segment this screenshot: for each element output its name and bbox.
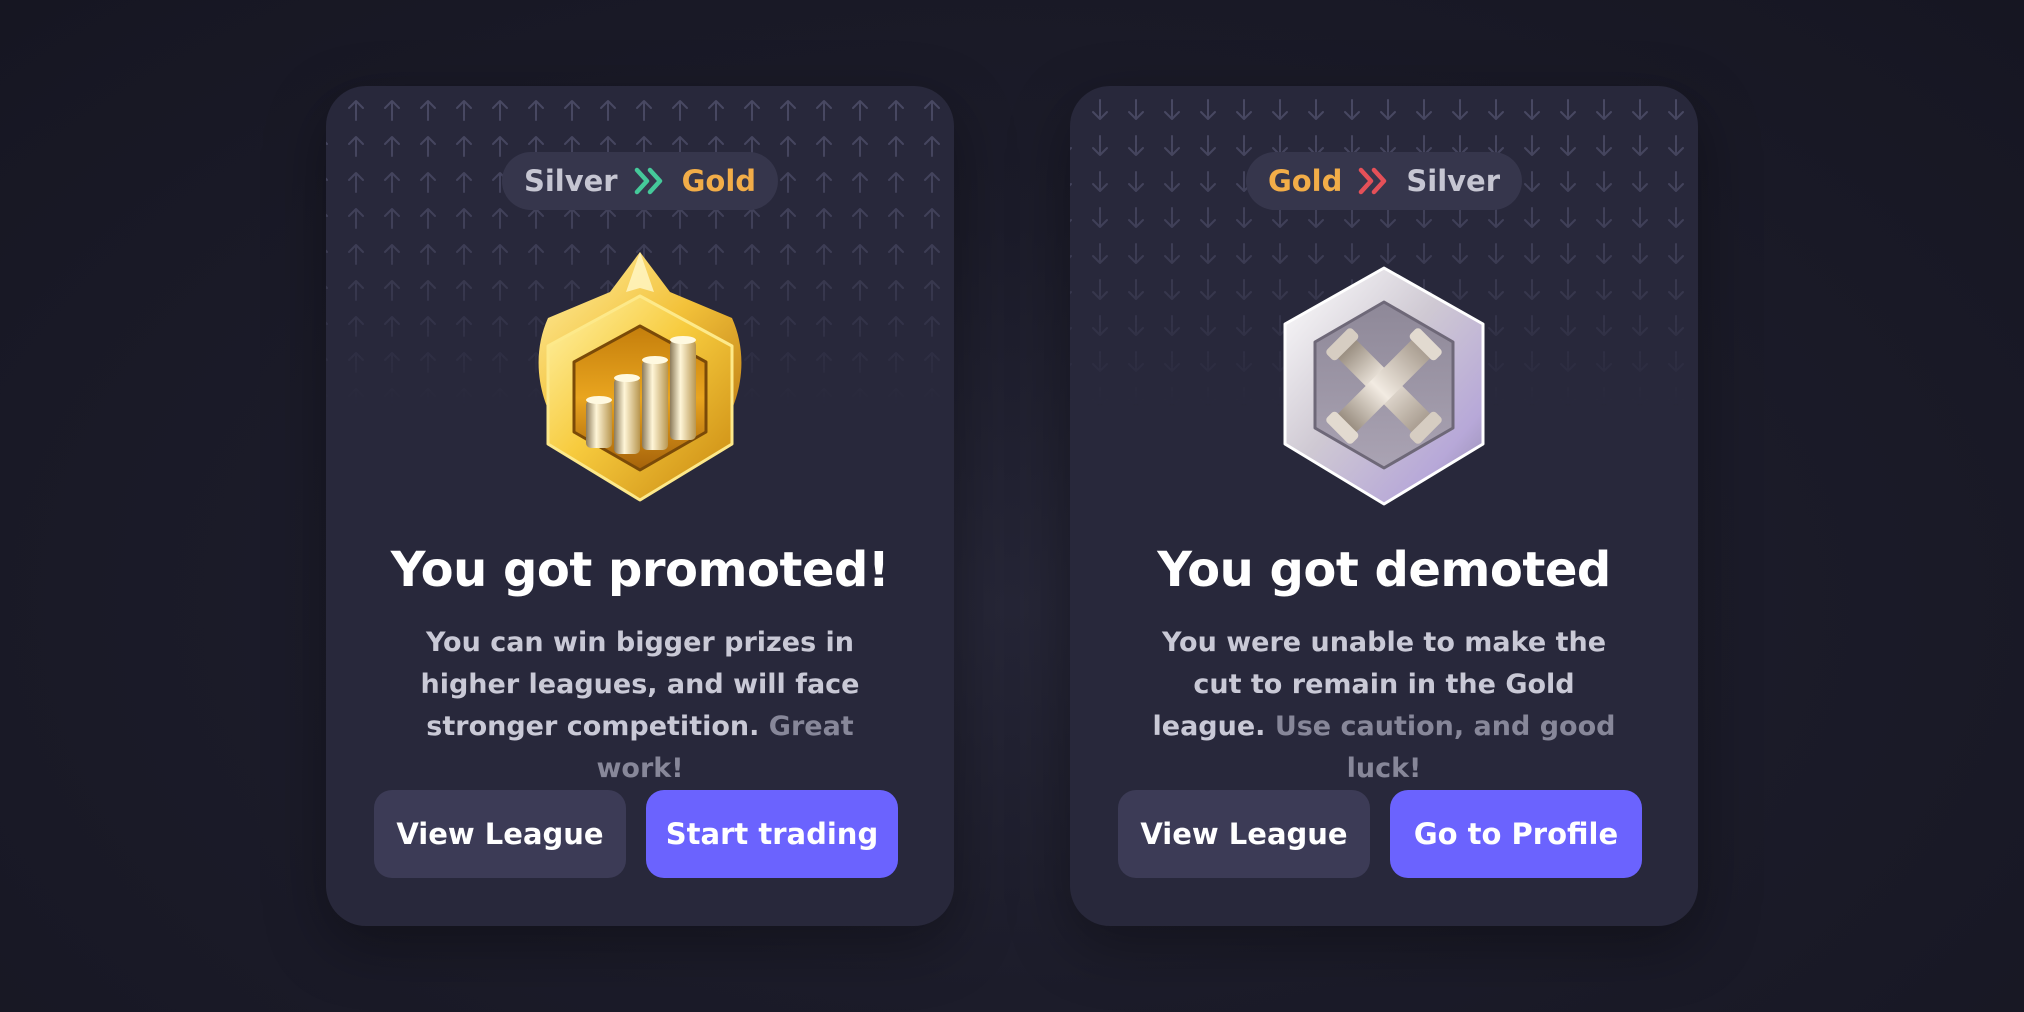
promotion-card: Silver Gold You got promoted! You can wi… [326,86,954,926]
promotion-description: You can win bigger prizes in higher leag… [380,622,900,790]
description-highlight: Use caution, and good luck! [1274,711,1616,784]
from-league-label: Gold [1267,164,1343,198]
gold-league-badge-icon [510,248,770,528]
demotion-description: You were unable to make the cut to remai… [1149,622,1619,790]
card-actions: View League Start trading [374,790,898,878]
demotion-card: Gold Silver You got demoted You were una… [1070,86,1698,926]
promotion-title: You got promoted! [390,542,890,598]
to-league-label: Gold [681,164,757,198]
league-change-pill: Gold Silver [1245,152,1523,210]
card-actions: View League Go to Profile [1118,790,1642,878]
double-chevron-right-icon [634,167,666,195]
view-league-button[interactable]: View League [1118,790,1370,878]
view-league-button[interactable]: View League [374,790,626,878]
league-change-pill: Silver Gold [501,152,779,210]
to-league-label: Silver [1406,164,1501,198]
go-to-profile-button[interactable]: Go to Profile [1390,790,1642,878]
silver-league-badge-icon [1269,262,1499,516]
double-chevron-right-icon [1358,167,1390,195]
from-league-label: Silver [523,164,618,198]
start-trading-button[interactable]: Start trading [646,790,898,878]
demotion-title: You got demoted [1157,542,1611,598]
